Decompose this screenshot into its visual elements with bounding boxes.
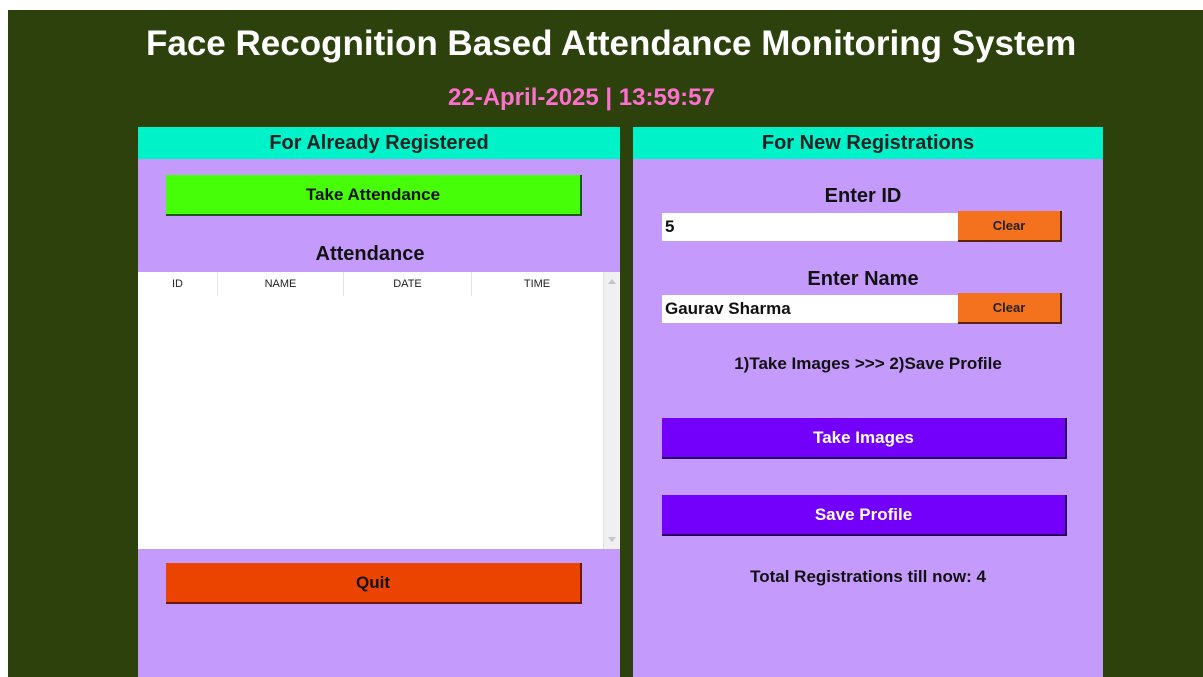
name-input[interactable] bbox=[662, 295, 959, 323]
registered-panel-heading: For Already Registered bbox=[138, 127, 620, 159]
attendance-table[interactable]: ID NAME DATE TIME bbox=[138, 272, 620, 549]
column-header-id[interactable]: ID bbox=[138, 272, 218, 296]
id-input[interactable] bbox=[662, 213, 959, 241]
attendance-table-header: ID NAME DATE TIME bbox=[138, 272, 602, 296]
new-registration-panel-heading: For New Registrations bbox=[633, 127, 1103, 159]
column-header-time[interactable]: TIME bbox=[472, 272, 602, 296]
quit-button[interactable]: Quit bbox=[166, 563, 582, 604]
enter-name-label: Enter Name bbox=[807, 268, 919, 290]
total-registrations-text: Total Registrations till now: 4 bbox=[750, 567, 986, 586]
attendance-label: Attendance bbox=[315, 243, 425, 265]
app-window: Face Recognition Based Attendance Monito… bbox=[8, 10, 1203, 677]
attendance-table-scrollbar[interactable] bbox=[603, 272, 620, 549]
scroll-up-arrow-icon[interactable] bbox=[608, 279, 616, 284]
app-title: Face Recognition Based Attendance Monito… bbox=[146, 24, 1077, 63]
clear-id-button[interactable]: Clear bbox=[958, 211, 1062, 242]
column-header-name[interactable]: NAME bbox=[218, 272, 344, 296]
new-registration-panel: For New Registrations Enter ID Clear Ent… bbox=[633, 127, 1103, 677]
enter-id-label: Enter ID bbox=[824, 185, 902, 207]
column-header-date[interactable]: DATE bbox=[344, 272, 472, 296]
save-profile-button[interactable]: Save Profile bbox=[662, 495, 1067, 536]
take-images-button[interactable]: Take Images bbox=[662, 418, 1067, 459]
registered-panel: For Already Registered Take Attendance A… bbox=[138, 127, 620, 677]
clear-name-button[interactable]: Clear bbox=[958, 293, 1062, 324]
take-attendance-button[interactable]: Take Attendance bbox=[166, 175, 582, 216]
steps-instruction: 1)Take Images >>> 2)Save Profile bbox=[734, 354, 1002, 373]
scroll-down-arrow-icon[interactable] bbox=[608, 537, 616, 542]
datetime-clock: 22-April-2025 | 13:59:57 bbox=[448, 84, 715, 111]
